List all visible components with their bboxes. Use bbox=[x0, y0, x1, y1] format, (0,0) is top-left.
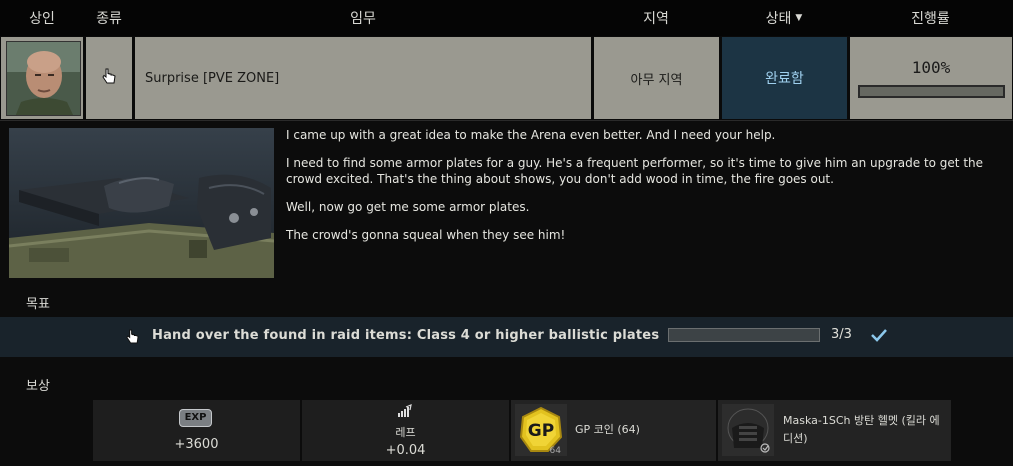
description-paragraph: The crowd's gonna squeal when they see h… bbox=[286, 228, 566, 242]
header-task[interactable]: 임무 bbox=[134, 0, 592, 36]
objective-row: Hand over the found in raid items: Class… bbox=[0, 317, 1013, 357]
progress-percent: 100% bbox=[911, 58, 951, 77]
objective-text: Hand over the found in raid items: Class… bbox=[152, 328, 660, 343]
quest-row[interactable]: Surprise [PVE ZONE] 아무 지역 완료함 100% bbox=[0, 36, 1013, 120]
gp-icon-text: GP bbox=[528, 421, 554, 441]
rewards-heading: 보상 bbox=[26, 379, 50, 394]
gp-count-badge: 64 bbox=[550, 446, 562, 456]
quest-description: I came up with a great idea to make the … bbox=[286, 127, 1001, 255]
progress-bar-fill bbox=[859, 87, 1003, 96]
reward-gp-coin[interactable]: GP 64 GP 코인 (64) bbox=[511, 400, 716, 461]
header-trader[interactable]: 상인 bbox=[0, 0, 84, 36]
reputation-label: 레프 bbox=[395, 426, 416, 439]
trader-cell bbox=[1, 37, 83, 119]
quest-details: I came up with a great idea to make the … bbox=[0, 120, 1013, 466]
exp-icon: EXP bbox=[179, 409, 212, 427]
gp-coin-label: GP 코인 (64) bbox=[575, 423, 640, 436]
hand-pointer-icon bbox=[126, 329, 139, 348]
chevron-down-icon: ▼ bbox=[795, 13, 803, 23]
helmet-label: Maska-1SCh 방탄 헬멧 (킬라 에디션) bbox=[783, 414, 940, 445]
description-paragraph: Well, now go get me some armor plates. bbox=[286, 200, 530, 214]
location-cell: 아무 지역 bbox=[594, 37, 719, 119]
reputation-up-icon bbox=[397, 403, 413, 422]
quest-image bbox=[9, 128, 274, 278]
reward-helmet[interactable]: Maska-1SCh 방탄 헬멧 (킬라 에디션) bbox=[718, 400, 951, 461]
status-badge: 완료함 bbox=[765, 71, 804, 87]
quest-table-header: 상인 종류 임무 지역 상태 ▼ 진행률 bbox=[0, 0, 1013, 36]
reward-exp: EXP +3600 bbox=[93, 400, 300, 461]
header-status[interactable]: 상태 ▼ bbox=[720, 0, 848, 36]
objective-progress-fill bbox=[669, 329, 819, 341]
hand-pointer-icon bbox=[102, 68, 116, 88]
checkmark-icon bbox=[870, 327, 888, 347]
reward-reputation: 레프 +0.04 bbox=[302, 400, 509, 461]
quest-name: Surprise [PVE ZONE] bbox=[145, 70, 280, 86]
type-cell bbox=[86, 37, 132, 119]
header-location[interactable]: 지역 bbox=[592, 0, 720, 36]
objective-progress-bar bbox=[668, 328, 820, 342]
description-paragraph: I came up with a great idea to make the … bbox=[286, 128, 776, 142]
reputation-value: +0.04 bbox=[385, 443, 426, 458]
gp-coin-thumbnail[interactable]: GP 64 bbox=[515, 404, 567, 456]
objectives-heading: 목표 bbox=[26, 297, 50, 312]
header-type[interactable]: 종류 bbox=[84, 0, 134, 36]
task-name-cell[interactable]: Surprise [PVE ZONE] bbox=[135, 37, 591, 119]
rewards-row: EXP +3600 레프 +0.04 GP 64 GP 코인 (64) Mask… bbox=[0, 400, 1013, 464]
objective-count: 3/3 bbox=[831, 327, 852, 342]
exp-value: +3600 bbox=[174, 437, 219, 452]
header-progress[interactable]: 진행률 bbox=[848, 0, 1013, 36]
progress-bar bbox=[857, 85, 1005, 98]
progress-cell: 100% bbox=[850, 37, 1012, 119]
quest-location: 아무 지역 bbox=[630, 72, 683, 88]
trader-avatar bbox=[6, 41, 81, 116]
status-cell: 완료함 bbox=[722, 37, 847, 119]
description-paragraph: I need to find some armor plates for a g… bbox=[286, 156, 984, 186]
helmet-thumbnail[interactable] bbox=[722, 404, 774, 456]
